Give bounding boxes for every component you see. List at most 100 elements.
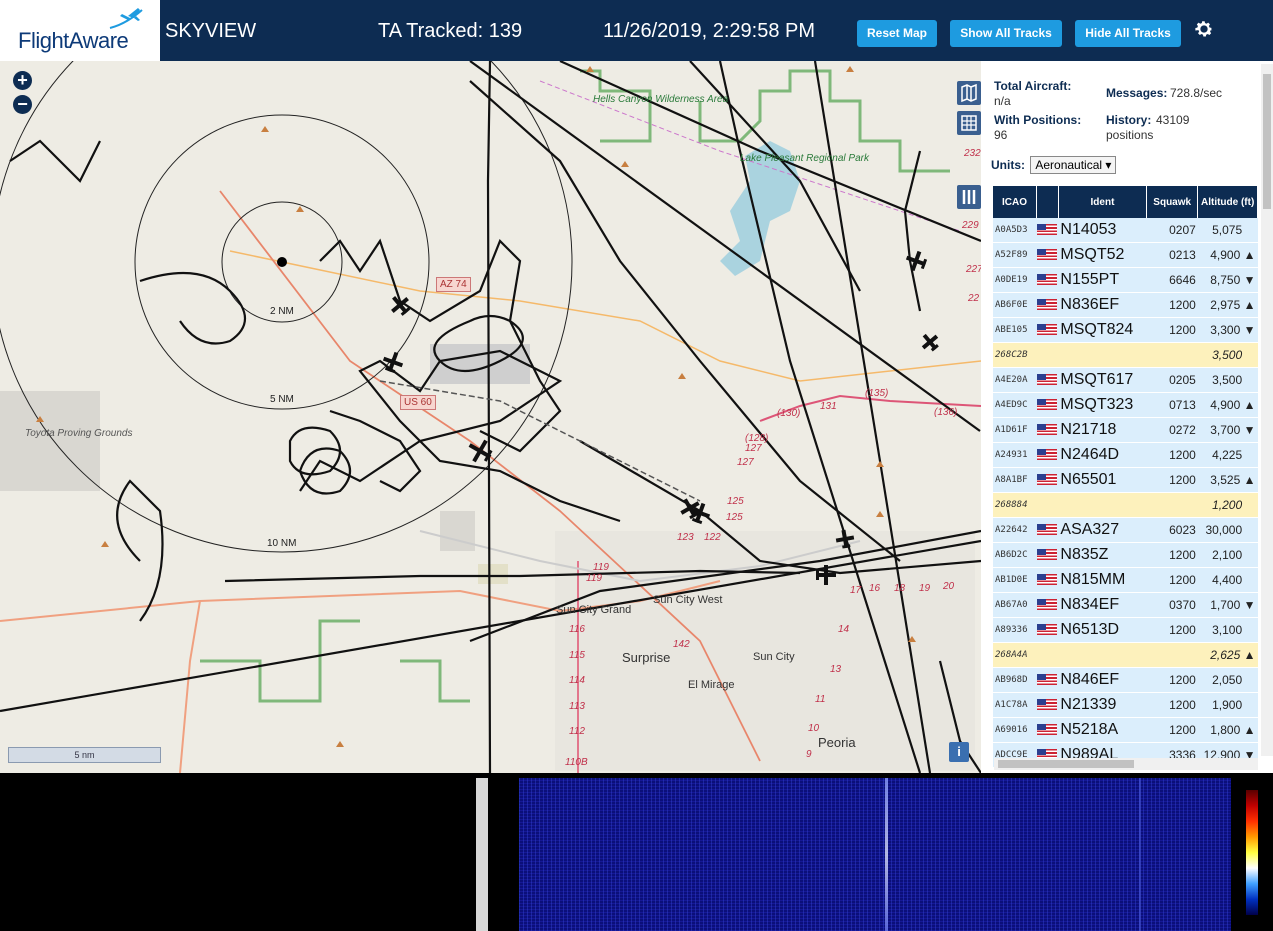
us-flag-icon (1037, 624, 1058, 636)
flag-cell (1036, 467, 1059, 493)
altitude-value: 30,000 (1205, 523, 1243, 537)
table-row[interactable]: A4ED9C MSQT323 0713 4,900 ▲ (993, 392, 1258, 418)
col-squawk[interactable]: Squawk (1146, 186, 1199, 218)
place-label: Sun City Grand (556, 604, 632, 616)
table-row[interactable]: AB968D N846EF 1200 2,050 (993, 667, 1258, 693)
table-row[interactable]: A4E20A MSQT617 0205 3,500 (993, 367, 1258, 393)
flag-cell (1036, 267, 1059, 293)
table-row[interactable]: A69016 N5218A 1200 1,800 ▲ (993, 717, 1258, 743)
squawk-cell: 6023 (1146, 517, 1198, 543)
altitude-value: 2,975 (1210, 298, 1241, 312)
table-row[interactable]: A1C78A N21339 1200 1,900 (993, 692, 1258, 718)
altitude-cell: 2,100 (1197, 542, 1258, 568)
scrollbar-thumb[interactable] (998, 760, 1134, 768)
show-all-tracks-button[interactable]: Show All Tracks (950, 20, 1062, 47)
col-flag (1036, 186, 1059, 218)
table-row[interactable]: A24931 N2464D 1200 4,225 (993, 442, 1258, 468)
zoom-in-button[interactable]: + (13, 71, 32, 90)
route-number: 125 (727, 496, 744, 507)
gear-icon[interactable] (1193, 18, 1215, 40)
table-row[interactable]: AB6F0E N836EF 1200 2,975 ▲ (993, 292, 1258, 318)
route-number: 9 (806, 749, 812, 760)
us-flag-icon (1037, 674, 1058, 686)
altitude-cell: 3,500 (1197, 342, 1258, 368)
col-altitude[interactable]: Altitude (ft) (1197, 186, 1258, 218)
route-number: 114 (569, 675, 585, 686)
hide-all-tracks-button[interactable]: Hide All Tracks (1075, 20, 1181, 47)
altitude-cell: 1,700 ▼ (1197, 592, 1258, 618)
altitude-cell: 2,975 ▲ (1197, 292, 1258, 318)
ident-cell: MSQT323 (1058, 392, 1147, 418)
info-button[interactable]: i (949, 742, 969, 762)
table-row[interactable]: AB67A0 N834EF 0370 1,700 ▼ (993, 592, 1258, 618)
table-row[interactable]: A89336 N6513D 1200 3,100 (993, 617, 1258, 643)
route-number: 16 (869, 583, 881, 594)
map-layers-button[interactable] (957, 81, 981, 105)
squawk-cell: 0370 (1146, 592, 1198, 618)
altitude-cell: 5,075 (1197, 218, 1258, 243)
flag-cell (1036, 517, 1059, 543)
table-row[interactable]: AB1D0E N815MM 1200 4,400 (993, 567, 1258, 593)
map-view[interactable]: 2 NM 5 NM 10 NM Hells Canyon Wilderness … (0, 61, 981, 773)
units-select[interactable]: Aeronautical ▾ (1030, 156, 1117, 174)
route-number: 122 (704, 532, 721, 543)
columns-toggle-button[interactable] (957, 185, 981, 209)
us-flag-icon (1037, 399, 1058, 411)
route-number: 142 (673, 639, 690, 650)
squawk-cell: 0272 (1146, 417, 1198, 443)
us-flag-icon (1037, 374, 1058, 386)
zoom-out-button[interactable]: − (13, 95, 32, 114)
scrollbar-thumb[interactable] (1263, 74, 1271, 209)
panel-vertical-scrollbar[interactable] (1261, 64, 1273, 756)
altitude-value: 3,500 (1212, 348, 1243, 362)
icao-cell: 268C2B (993, 342, 1037, 368)
table-row[interactable]: ABE105 MSQT824 1200 3,300 ▼ (993, 317, 1258, 343)
altitude-cell: 4,225 (1197, 442, 1258, 468)
flightaware-logo[interactable]: FlightAware (0, 0, 160, 61)
table-row[interactable]: AB6D2C N835Z 1200 2,100 (993, 542, 1258, 568)
table-row[interactable]: A0A5D3 N14053 0207 5,075 (993, 218, 1258, 243)
col-icao[interactable]: ICAO (993, 186, 1037, 218)
ident-cell: N815MM (1058, 567, 1147, 593)
altitude-value: 4,900 (1210, 398, 1241, 412)
table-row[interactable]: 268C2B 3,500 (993, 342, 1258, 368)
ident-cell: N21339 (1058, 692, 1147, 718)
altitude-value: 3,100 (1212, 623, 1243, 637)
grid-toggle-button[interactable] (957, 111, 981, 135)
place-label: Surprise (622, 650, 671, 665)
reset-map-button[interactable]: Reset Map (857, 20, 937, 47)
table-row[interactable]: A52F89 MSQT52 0213 4,900 ▲ (993, 242, 1258, 268)
history-value: 43109 (1156, 113, 1190, 127)
col-ident[interactable]: Ident (1058, 186, 1148, 218)
altitude-cell: 2,050 (1197, 667, 1258, 693)
table-row[interactable]: 268884 1,200 (993, 492, 1258, 518)
table-row[interactable]: A22642 ASA327 6023 30,000 (993, 517, 1258, 543)
table-row[interactable]: 268A4A 2,625 ▲ (993, 642, 1258, 668)
altitude-cell: 30,000 (1197, 517, 1258, 543)
icao-cell: A0DE19 (993, 267, 1037, 293)
table-row[interactable]: A8A1BF N65501 1200 3,525 ▲ (993, 467, 1258, 493)
place-label: Peoria (818, 735, 856, 750)
altitude-cell: 1,900 (1197, 692, 1258, 718)
altitude-cell: 2,625 ▲ (1197, 642, 1258, 668)
icao-cell: AB6D2C (993, 542, 1037, 568)
altitude-trend: ▲ (1243, 648, 1256, 662)
altitude-trend: ▼ (1243, 273, 1256, 287)
table-row[interactable]: A0DE19 N155PT 6646 8,750 ▼ (993, 267, 1258, 293)
us-flag-icon (1037, 474, 1058, 486)
flag-cell (1036, 717, 1059, 743)
place-label: Toyota Proving Grounds (25, 428, 133, 439)
route-number: 17 (850, 585, 862, 596)
us-flag-icon (1037, 324, 1058, 336)
route-number: 119 (586, 573, 602, 584)
icao-cell: 268884 (993, 492, 1037, 518)
ident-cell (1058, 642, 1147, 668)
flag-cell (1036, 492, 1059, 518)
icao-cell: A0A5D3 (993, 218, 1037, 243)
route-number: 113 (569, 701, 585, 712)
us-flag-icon (1037, 699, 1058, 711)
table-row[interactable]: A1D61F N21718 0272 3,700 ▼ (993, 417, 1258, 443)
panel-horizontal-scrollbar[interactable] (994, 758, 1258, 770)
range-ring-label: 2 NM (270, 306, 294, 317)
pane-divider[interactable] (476, 778, 488, 931)
